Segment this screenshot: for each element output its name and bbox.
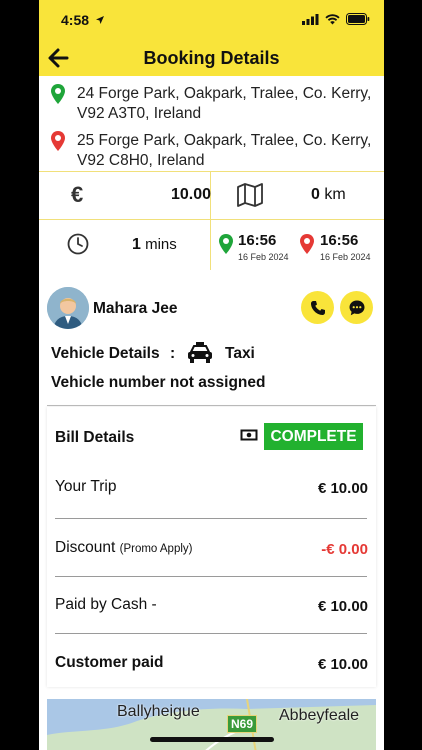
bill-row-label: Customer paid <box>55 654 164 671</box>
bill-details-card: Bill Details COMPLETE Your Trip € 10.00 … <box>47 407 376 687</box>
promo-note: (Promo Apply) <box>119 543 193 555</box>
route-map[interactable]: Ballyheigue N69 Abbeyfeale <box>47 699 376 750</box>
dropoff-pin-icon <box>51 131 65 151</box>
end-time: 16:56 <box>320 232 359 249</box>
home-indicator[interactable] <box>150 737 274 742</box>
avatar <box>47 287 89 329</box>
fare-amount: 10.00 <box>170 186 211 203</box>
grid-divider <box>39 171 384 172</box>
row-divider <box>55 518 367 519</box>
grid-divider <box>39 219 384 220</box>
status-icons <box>302 13 370 25</box>
section-divider <box>47 405 376 406</box>
duration: 1 mins <box>132 236 177 253</box>
bill-row-value: € 10.00 <box>317 656 368 673</box>
signal-icon <box>302 13 319 25</box>
pickup-pin-icon <box>51 84 65 104</box>
bill-row-label: Paid by Cash - <box>55 596 157 613</box>
location-arrow-icon <box>95 16 104 24</box>
row-divider <box>55 633 367 634</box>
pickup-pin-icon <box>219 234 233 254</box>
bill-row-value: € 10.00 <box>317 598 368 615</box>
pickup-address: 24 Forge Park, Oakpark, Tralee, Co. Kerr… <box>77 85 372 122</box>
vehicle-details-label: Vehicle Details <box>51 345 160 362</box>
battery-icon <box>346 13 370 25</box>
bill-row-label: Discount (Promo Apply) <box>55 539 193 556</box>
taxi-icon <box>188 342 212 363</box>
call-driver-button[interactable] <box>301 291 334 324</box>
cash-icon <box>240 429 258 441</box>
end-date: 16 Feb 2024 <box>320 252 371 262</box>
start-time: 16:56 <box>238 232 277 249</box>
app-header: Booking Details <box>39 40 384 76</box>
euro-icon: € <box>71 182 84 207</box>
driver-name: Mahara Jee <box>93 300 178 317</box>
map-place-label: Abbeyfeale <box>279 707 360 724</box>
app-screen: 4:58 Booking Details 24 Forge Park, Oakp… <box>39 0 384 750</box>
vehicle-type: Taxi <box>225 345 255 362</box>
map-icon <box>237 183 263 207</box>
vehicle-number: Vehicle number not assigned <box>51 374 266 391</box>
status-bar: 4:58 <box>39 0 384 40</box>
dropoff-pin-icon <box>300 234 314 254</box>
row-divider <box>55 576 367 577</box>
chat-driver-button[interactable] <box>340 291 373 324</box>
phone-icon <box>310 300 325 315</box>
vehicle-details-colon: : <box>170 345 176 362</box>
wifi-icon <box>325 13 340 24</box>
bill-row-value: -€ 0.00 <box>321 541 368 558</box>
map-road-label: N69 <box>227 715 258 733</box>
status-badge: COMPLETE <box>264 423 363 450</box>
bill-row-label: Your Trip <box>55 478 117 495</box>
status-time: 4:58 <box>61 12 105 28</box>
chat-icon <box>349 300 364 315</box>
bill-row-value: € 10.00 <box>317 480 368 497</box>
distance: 0 km <box>311 186 346 203</box>
page-title: Booking Details <box>143 48 280 68</box>
clock-icon <box>67 233 89 255</box>
start-date: 16 Feb 2024 <box>238 252 289 262</box>
bill-title: Bill Details <box>55 429 135 446</box>
dropoff-address: 25 Forge Park, Oakpark, Tralee, Co. Kerr… <box>77 132 372 169</box>
map-place-label: Ballyheigue <box>117 703 200 720</box>
